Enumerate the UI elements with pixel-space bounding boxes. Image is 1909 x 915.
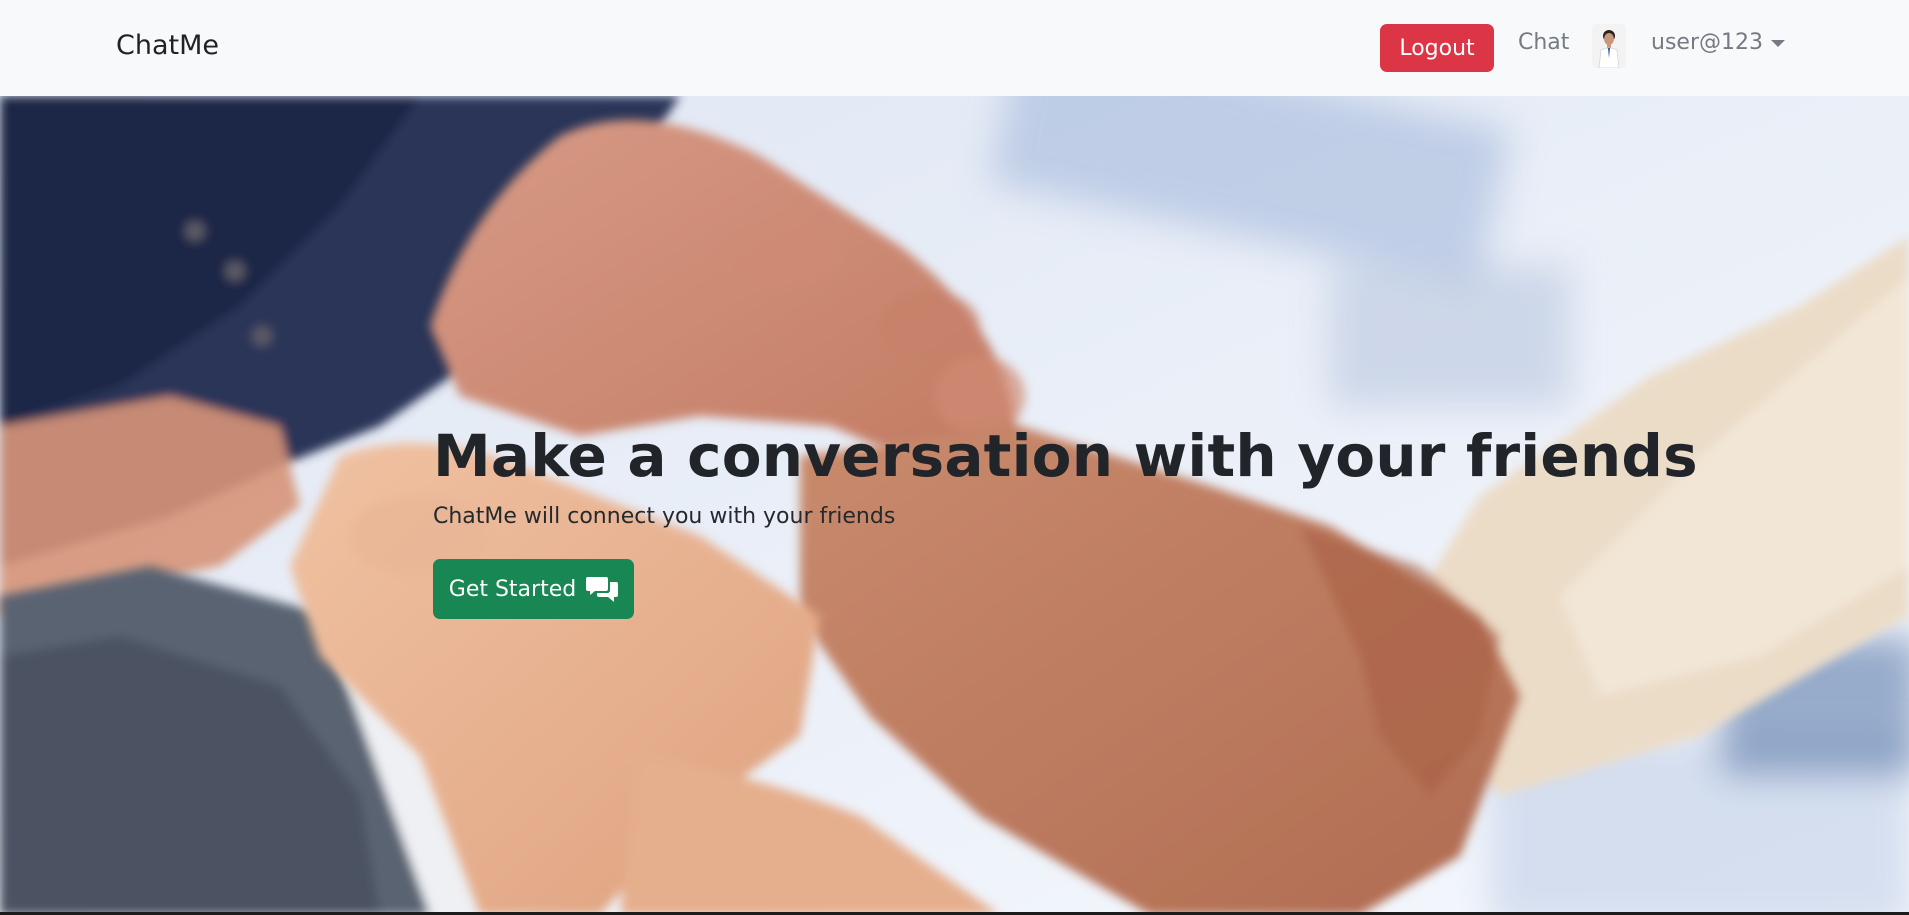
brand-link[interactable]: ChatMe <box>116 30 219 61</box>
avatar-icon <box>1592 24 1626 68</box>
navbar: ChatMe Logout Chat user@123 <box>0 0 1909 96</box>
hero-title: Make a conversation with your friends <box>433 422 1698 490</box>
hero-section: Make a conversation with your friends Ch… <box>0 96 1909 915</box>
get-started-label: Get Started <box>448 576 577 602</box>
user-menu-label: user@123 <box>1651 30 1763 55</box>
user-avatar[interactable] <box>1592 24 1626 68</box>
get-started-button[interactable]: Get Started <box>433 559 634 619</box>
chat-bubbles-icon <box>586 577 619 602</box>
user-menu-dropdown[interactable]: user@123 <box>1651 30 1785 55</box>
hero-background-image <box>0 96 1909 915</box>
hero-subtitle: ChatMe will connect you with your friend… <box>433 504 896 529</box>
nav-chat-link[interactable]: Chat <box>1518 30 1569 55</box>
caret-down-icon <box>1770 40 1785 47</box>
logout-button[interactable]: Logout <box>1380 24 1494 72</box>
